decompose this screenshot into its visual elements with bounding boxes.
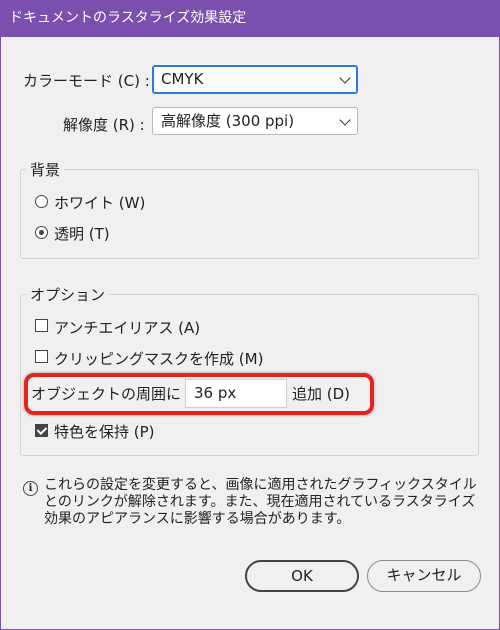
background-group-title: 背景 <box>26 159 65 180</box>
color-mode-select[interactable]: CMYK <box>152 65 358 94</box>
highlight-annotation <box>24 373 374 415</box>
clipping-mask-label[interactable]: クリッピングマスクを作成 (M) <box>54 348 263 369</box>
radio-white[interactable] <box>35 195 48 208</box>
antialias-label[interactable]: アンチエイリアス (A) <box>54 317 200 338</box>
chevron-down-icon <box>339 114 351 126</box>
info-icon: i <box>23 481 38 496</box>
resolution-value: 高解像度 (300 ppi) <box>161 112 295 130</box>
clipping-mask-checkbox[interactable] <box>35 350 48 363</box>
radio-white-label[interactable]: ホワイト (W) <box>54 192 145 213</box>
antialias-checkbox[interactable] <box>35 319 48 332</box>
chevron-down-icon <box>339 72 351 84</box>
resolution-label: 解像度 (R) : <box>63 116 145 134</box>
color-mode-value: CMYK <box>161 70 204 88</box>
ok-button[interactable]: OK <box>245 560 359 592</box>
cancel-button[interactable]: キャンセル <box>367 560 481 592</box>
radio-transparent-label[interactable]: 透明 (T) <box>54 223 110 244</box>
options-group-title: オプション <box>26 284 110 305</box>
radio-transparent[interactable] <box>35 226 48 239</box>
spot-color-label[interactable]: 特色を保持 (P) <box>54 421 155 442</box>
window-title: ドキュメントのラスタライズ効果設定 <box>0 0 500 37</box>
color-mode-label: カラーモード (C) : <box>23 72 150 90</box>
resolution-select[interactable]: 高解像度 (300 ppi) <box>152 107 358 135</box>
background-group <box>20 169 479 259</box>
spot-color-checkbox[interactable] <box>35 424 48 437</box>
info-text: これらの設定を変更すると、画像に適用されたグラフィックスタイルとのリンクが解除さ… <box>44 477 477 527</box>
